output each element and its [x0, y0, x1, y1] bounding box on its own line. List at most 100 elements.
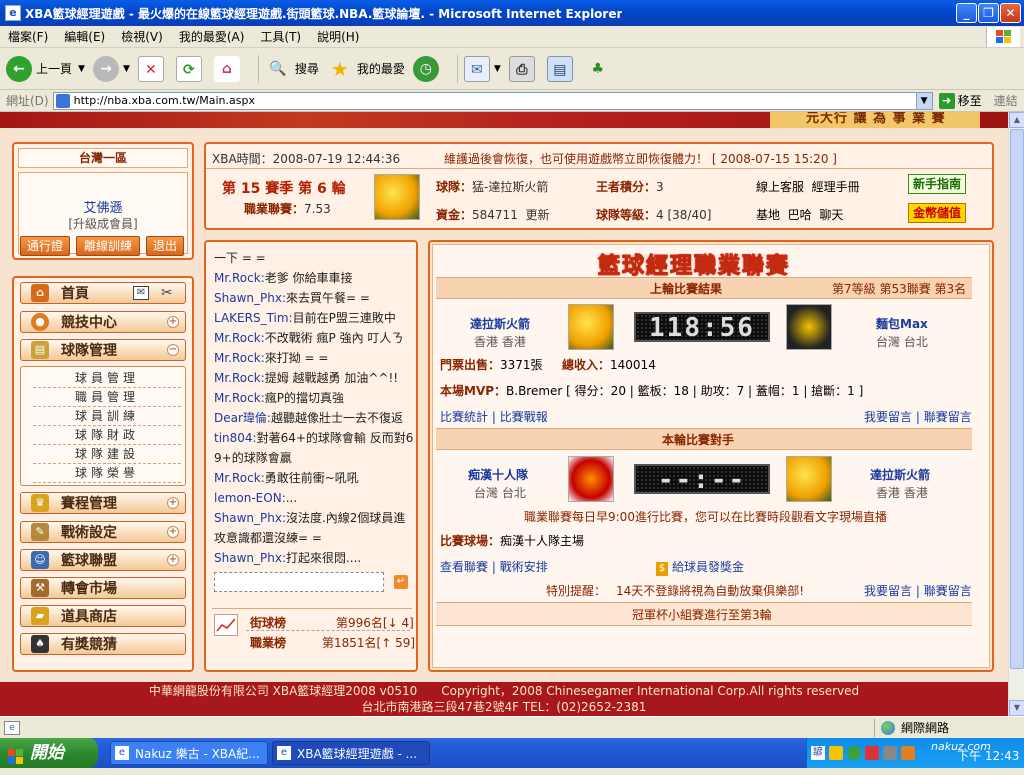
- edit-button[interactable]: ▤: [546, 55, 577, 82]
- expand-plus-icon[interactable]: +: [167, 316, 179, 328]
- chat-username[interactable]: Mr.Rock:: [214, 471, 265, 485]
- menu-edit[interactable]: 編輯(E): [56, 28, 113, 45]
- nav-transfer-market[interactable]: ⚒ 轉會市場: [20, 577, 186, 599]
- mail-icon[interactable]: ✉: [133, 286, 149, 300]
- nav-league[interactable]: ☺ 籃球聯盟 +: [20, 549, 186, 571]
- history-button[interactable]: ◷: [412, 55, 443, 82]
- minimize-button[interactable]: _: [956, 3, 977, 23]
- passport-button[interactable]: 通行證: [20, 236, 70, 256]
- offline-training-button[interactable]: 離線訓練: [76, 236, 140, 256]
- nav-schedule[interactable]: ♛ 賽程管理 +: [20, 492, 186, 514]
- chat-username[interactable]: Mr.Rock:: [214, 391, 265, 405]
- banner-ad[interactable]: 元大行 讓 為 事 業 賽: [770, 112, 980, 128]
- collapse-minus-icon[interactable]: −: [167, 344, 179, 356]
- base-link[interactable]: 基地: [756, 208, 780, 222]
- nav-competition-center[interactable]: ● 競技中心 +: [20, 311, 186, 333]
- links-label[interactable]: 連結: [994, 92, 1018, 109]
- league-message-link[interactable]: 聯賽留言: [924, 410, 972, 424]
- home-team-name[interactable]: 達拉斯火箭: [470, 315, 530, 332]
- print-button[interactable]: ⎙: [508, 55, 539, 82]
- scroll-down-icon[interactable]: ▼: [1009, 700, 1024, 716]
- scroll-up-icon[interactable]: ▲: [1009, 112, 1024, 128]
- chat-username[interactable]: Mr.Rock:: [214, 351, 265, 365]
- search-button[interactable]: 🔍 搜尋: [265, 56, 319, 82]
- close-button[interactable]: ✕: [1000, 3, 1021, 23]
- vertical-scrollbar[interactable]: ▲ ▼: [1008, 112, 1024, 716]
- manager-manual-link[interactable]: 經理手冊: [812, 180, 860, 194]
- tactics-link[interactable]: 戰術安排: [500, 560, 548, 574]
- nav-team-management[interactable]: ▤ 球隊管理 −: [20, 339, 186, 361]
- expand-plus-icon[interactable]: +: [167, 497, 179, 509]
- nav-item-shop[interactable]: ▰ 道具商店: [20, 605, 186, 627]
- away-team-name[interactable]: 麵包Max: [876, 315, 928, 332]
- team-name[interactable]: 猛-達拉斯火箭: [472, 180, 548, 194]
- chat-username[interactable]: Mr.Rock:: [214, 271, 265, 285]
- chat-username[interactable]: lemon-EON:: [214, 491, 286, 505]
- chat-username[interactable]: Shawn_Phx:: [214, 551, 286, 565]
- league-message-link[interactable]: 聯賽留言: [924, 584, 972, 598]
- favorites-button[interactable]: ★ 我的最愛: [327, 56, 405, 82]
- chat-username[interactable]: tin804:: [214, 431, 257, 445]
- upgrade-member-link[interactable]: [升級成會員]: [19, 215, 187, 232]
- send-icon[interactable]: ↵: [394, 575, 408, 589]
- player-bonus-link[interactable]: $ 給球員發獎金: [656, 558, 744, 576]
- volume-icon[interactable]: [883, 746, 897, 760]
- menu-file[interactable]: 檔案(F): [0, 28, 56, 45]
- stop-button[interactable]: ✕: [137, 55, 168, 82]
- expand-plus-icon[interactable]: +: [167, 526, 179, 538]
- match-stats-link[interactable]: 比賽統計: [440, 410, 488, 424]
- bahamut-link[interactable]: 巴哈: [788, 208, 812, 222]
- maximize-button[interactable]: ❐: [978, 3, 999, 23]
- address-input[interactable]: http://nba.xba.com.tw/Main.aspx ▼: [52, 91, 933, 110]
- online-service-link[interactable]: 線上客服: [756, 180, 804, 194]
- network-icon[interactable]: [847, 746, 861, 760]
- chat-username[interactable]: LAKERS_Tim:: [214, 311, 293, 325]
- back-button[interactable]: ← 上一頁 ▼: [6, 55, 85, 82]
- nav-home[interactable]: ⌂ 首頁 ✉ ✂: [20, 282, 186, 304]
- submenu-training[interactable]: 球員訓練: [33, 407, 181, 426]
- nav-tactics[interactable]: ✎ 戰術設定 +: [20, 521, 186, 543]
- submenu-construction[interactable]: 球隊建設: [33, 445, 181, 464]
- chat-username[interactable]: Mr.Rock:: [214, 331, 265, 345]
- menu-view[interactable]: 檢視(V): [113, 28, 171, 45]
- logout-button[interactable]: 退出: [146, 236, 184, 256]
- start-button[interactable]: 開始: [0, 738, 98, 768]
- shield-icon[interactable]: [829, 746, 843, 760]
- opponent-team-name[interactable]: 痴漢十人隊: [468, 466, 528, 483]
- nav-prize-quiz[interactable]: ♠ 有獎競猜: [20, 633, 186, 655]
- submenu-finance[interactable]: 球隊財政: [33, 426, 181, 445]
- chat-username[interactable]: Shawn_Phx:: [214, 511, 286, 525]
- view-league-link[interactable]: 查看聯賽: [440, 560, 488, 574]
- forward-button[interactable]: → ▼: [92, 55, 130, 82]
- taskbar-item-xba[interactable]: e XBA籃球經理遊戲 - ...: [272, 741, 430, 765]
- security-icon[interactable]: [865, 746, 879, 760]
- expand-plus-icon[interactable]: +: [167, 554, 179, 566]
- submenu-players[interactable]: 球員管理: [33, 369, 181, 388]
- newbie-guide-button[interactable]: 新手指南: [908, 174, 966, 194]
- refresh-button[interactable]: ⟳: [175, 55, 206, 82]
- update-link[interactable]: 更新: [525, 208, 549, 222]
- leave-message-link[interactable]: 我要留言: [864, 584, 912, 598]
- chat-username[interactable]: Shawn_Phx:: [214, 291, 286, 305]
- own-team-name[interactable]: 達拉斯火箭: [870, 466, 930, 483]
- username[interactable]: 艾佛遜: [19, 197, 187, 216]
- chat-username[interactable]: Dear瑋倫:: [214, 411, 271, 425]
- ime-icon[interactable]: 諺: [811, 746, 825, 760]
- menu-favorites[interactable]: 我的最愛(A): [171, 28, 253, 45]
- menu-help[interactable]: 說明(H): [309, 28, 367, 45]
- menu-tools[interactable]: 工具(T): [252, 28, 309, 45]
- gold-topup-button[interactable]: 金幣儲值: [908, 203, 966, 223]
- go-button[interactable]: ➜ 移至: [938, 92, 982, 109]
- home-button[interactable]: ⌂: [213, 55, 244, 82]
- submenu-staff[interactable]: 職員管理: [33, 388, 181, 407]
- chat-username[interactable]: Mr.Rock:: [214, 371, 265, 385]
- messenger-button[interactable]: ♣: [585, 56, 615, 82]
- monitor-icon[interactable]: [901, 746, 915, 760]
- chat-link[interactable]: 聊天: [819, 208, 843, 222]
- submenu-honors[interactable]: 球隊榮譽: [33, 464, 181, 483]
- taskbar-item-nakuz[interactable]: e Nakuz 樂古 - XBA紀...: [110, 741, 268, 765]
- scroll-thumb[interactable]: [1010, 129, 1024, 669]
- mail-button[interactable]: ✉ ▼: [463, 55, 501, 82]
- chat-input[interactable]: [214, 572, 384, 592]
- tools-icon[interactable]: ✂: [161, 285, 173, 301]
